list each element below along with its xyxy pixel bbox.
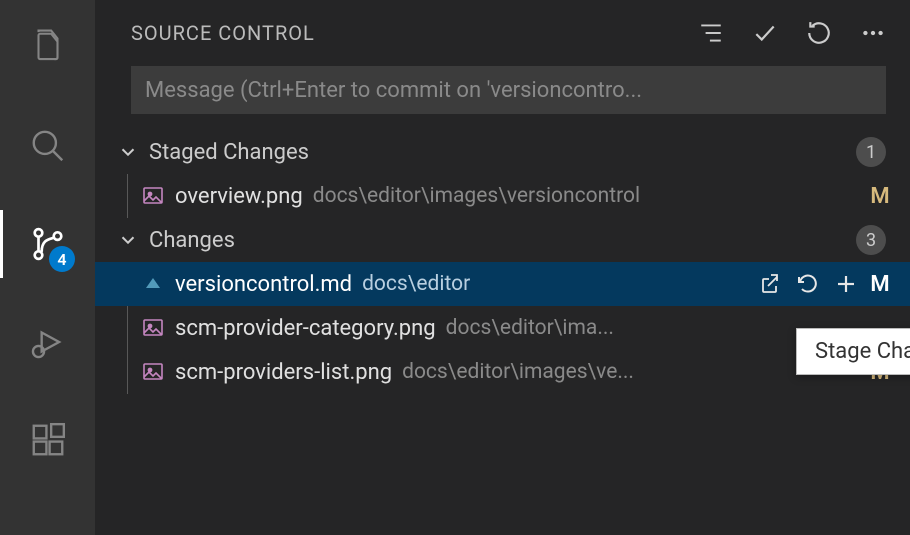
activity-bar: 4 [0, 0, 95, 535]
image-file-icon [141, 360, 165, 384]
image-file-icon [141, 184, 165, 208]
panel-title: SOURCE CONTROL [131, 21, 698, 45]
view-as-tree-button[interactable] [698, 20, 724, 46]
file-name: overview.png [175, 184, 303, 209]
panel-header: SOURCE CONTROL [95, 0, 910, 66]
activity-source-control[interactable]: 4 [0, 210, 95, 278]
activity-explorer[interactable] [0, 14, 95, 82]
open-file-button[interactable] [758, 272, 782, 296]
activity-debug[interactable] [0, 308, 95, 376]
file-name: scm-providers-list.png [175, 360, 392, 385]
status-modified: M [868, 272, 892, 297]
commit-message-box[interactable] [131, 66, 886, 114]
section-staged-changes[interactable]: Staged Changes 1 [95, 130, 910, 174]
files-icon [29, 29, 67, 67]
image-file-icon [141, 316, 165, 340]
more-actions-button[interactable] [860, 20, 886, 46]
list-tree-icon [698, 20, 724, 46]
extensions-icon [29, 421, 67, 459]
ellipsis-icon [860, 20, 886, 46]
section-title: Changes [149, 228, 846, 253]
file-name: scm-provider-category.png [175, 316, 436, 341]
commit-message-input[interactable] [145, 78, 872, 103]
chevron-down-icon [117, 229, 139, 251]
check-icon [752, 20, 778, 46]
go-to-file-icon [758, 272, 782, 296]
changes-files: versioncontrol.md docs\editor M scm-prov… [95, 262, 910, 394]
file-path: docs\editor\images\versioncontrol [313, 184, 858, 208]
section-count: 1 [856, 137, 886, 167]
activity-search[interactable] [0, 112, 95, 180]
file-row[interactable]: versioncontrol.md docs\editor M [95, 262, 910, 306]
panel-header-actions [698, 20, 886, 46]
refresh-button[interactable] [806, 20, 832, 46]
search-icon [29, 127, 67, 165]
tooltip: Stage Changes [796, 328, 910, 375]
section-title: Staged Changes [149, 140, 846, 165]
file-path: docs\editor\images\ve... [402, 360, 858, 384]
file-path: docs\editor [362, 272, 748, 296]
discard-changes-button[interactable] [796, 272, 820, 296]
activity-extensions[interactable] [0, 406, 95, 474]
file-row[interactable]: scm-provider-category.png docs\editor\im… [95, 306, 910, 350]
section-count: 3 [856, 225, 886, 255]
status-modified: M [868, 184, 892, 209]
commit-button[interactable] [752, 20, 778, 46]
debug-icon [29, 323, 67, 361]
file-name: versioncontrol.md [175, 272, 352, 297]
source-control-panel: SOURCE CONTROL Staged Changes 1 [95, 0, 910, 535]
file-row-actions [758, 272, 858, 296]
discard-icon [796, 272, 820, 296]
file-row[interactable]: scm-providers-list.png docs\editor\image… [95, 350, 910, 394]
section-changes[interactable]: Changes 3 [95, 218, 910, 262]
file-row[interactable]: overview.png docs\editor\images\versionc… [133, 174, 910, 218]
markdown-file-icon [141, 272, 165, 296]
chevron-down-icon [117, 141, 139, 163]
stage-changes-button[interactable] [834, 272, 858, 296]
plus-icon [834, 272, 858, 296]
staged-files: overview.png docs\editor\images\versionc… [133, 174, 910, 218]
refresh-icon [806, 20, 832, 46]
scm-badge: 4 [49, 246, 75, 272]
